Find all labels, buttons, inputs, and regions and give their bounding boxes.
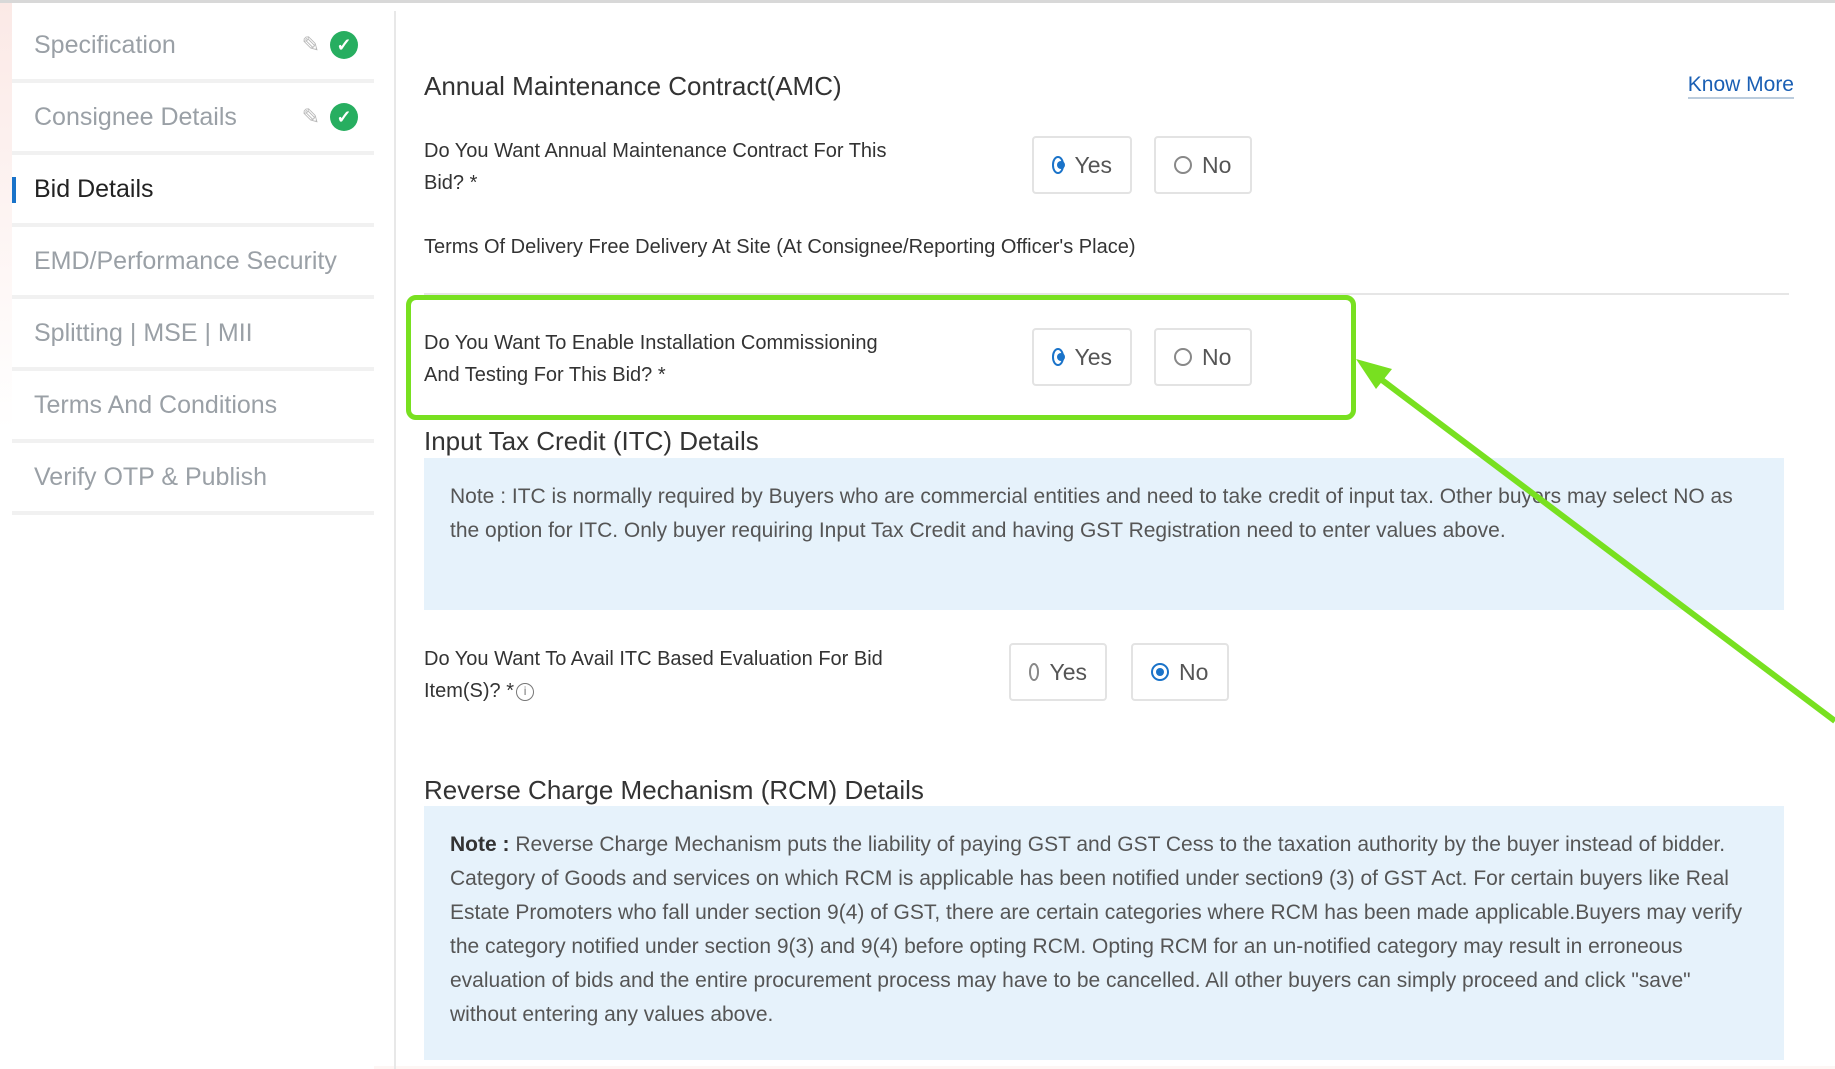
itc-question-line1: Do You Want To Avail ITC Based Evaluatio…	[424, 648, 883, 670]
radio-selected-icon	[1151, 663, 1169, 681]
amc-title: Annual Maintenance Contract(AMC)	[424, 71, 842, 101]
radio-selected-icon	[1052, 156, 1066, 174]
know-more-link[interactable]: Know More	[1687, 73, 1794, 99]
sidebar-item-emd-performance-security[interactable]: EMD/Performance Security	[12, 227, 374, 299]
sidebar-item-label: Consignee Details	[34, 102, 237, 131]
installation-question-line1: Do You Want To Enable Installation Commi…	[424, 332, 878, 354]
rcm-note-text: Reverse Charge Mechanism puts the liabil…	[450, 833, 1743, 1026]
amc-question-line1: Do You Want Annual Maintenance Contract …	[424, 140, 887, 162]
sidebar-item-splitting-mse-mii[interactable]: Splitting | MSE | MII	[12, 299, 374, 371]
sidebar-item-specification[interactable]: Specification ✎ ✓	[12, 11, 374, 83]
itc-yes-radio[interactable]: Yes	[1009, 643, 1107, 701]
sidebar-divider	[394, 11, 396, 1069]
amc-no-radio[interactable]: No	[1154, 136, 1252, 194]
amc-yes-label: Yes	[1074, 151, 1112, 178]
installation-yes-radio[interactable]: Yes	[1032, 328, 1132, 386]
amc-no-label: No	[1202, 151, 1232, 178]
sidebar-item-verify-otp-publish[interactable]: Verify OTP & Publish	[12, 443, 374, 515]
rcm-title: Reverse Charge Mechanism (RCM) Details	[424, 775, 924, 805]
itc-question-line2: Item(S)? *	[424, 680, 515, 702]
radio-unselected-icon	[1174, 156, 1192, 174]
sidebar-item-label: Bid Details	[34, 174, 154, 203]
itc-yes-label: Yes	[1049, 658, 1087, 685]
amc-question-line2: Bid? *	[424, 172, 478, 194]
sidebar-item-label: Specification	[34, 30, 176, 59]
installation-question-line2: And Testing For This Bid? *	[424, 364, 666, 386]
installation-question: Do You Want To Enable Installation Commi…	[424, 327, 984, 391]
sidebar-item-bid-details[interactable]: Bid Details	[12, 155, 374, 227]
sidebar-item-label: Terms And Conditions	[34, 390, 278, 419]
info-icon[interactable]: i	[516, 682, 535, 701]
pencil-icon[interactable]: ✎	[302, 32, 320, 58]
pencil-icon[interactable]: ✎	[302, 104, 320, 130]
radio-unselected-icon	[1174, 348, 1192, 366]
edge-tint	[0, 3, 12, 1069]
sidebar-item-label: Verify OTP & Publish	[34, 462, 267, 491]
amc-question: Do You Want Annual Maintenance Contract …	[424, 135, 984, 199]
page-frame: Specification ✎ ✓ Consignee Details ✎ ✓ …	[0, 0, 1835, 1069]
delivery-terms: Terms Of Delivery Free Delivery At Site …	[424, 236, 1136, 258]
radio-unselected-icon	[1029, 663, 1040, 681]
itc-question: Do You Want To Avail ITC Based Evaluatio…	[424, 643, 984, 707]
sidebar-item-label: EMD/Performance Security	[34, 246, 337, 275]
installation-yes-label: Yes	[1074, 343, 1112, 370]
installation-no-label: No	[1202, 343, 1232, 370]
itc-no-label: No	[1179, 658, 1209, 685]
rcm-note-label: Note :	[450, 833, 510, 856]
amc-yes-radio[interactable]: Yes	[1032, 136, 1132, 194]
sidebar-item-consignee-details[interactable]: Consignee Details ✎ ✓	[12, 83, 374, 155]
itc-title: Input Tax Credit (ITC) Details	[424, 426, 759, 456]
installation-no-radio[interactable]: No	[1154, 328, 1252, 386]
rcm-note-box: Note : Reverse Charge Mechanism puts the…	[424, 806, 1784, 1060]
sidebar-item-label: Splitting | MSE | MII	[34, 318, 253, 347]
itc-note-box: Note : ITC is normally required by Buyer…	[424, 458, 1784, 610]
main-content: Annual Maintenance Contract(AMC) Know Mo…	[406, 3, 1794, 1069]
check-icon: ✓	[330, 103, 358, 131]
check-icon: ✓	[330, 31, 358, 59]
sidebar: Specification ✎ ✓ Consignee Details ✎ ✓ …	[12, 11, 374, 1069]
itc-no-radio[interactable]: No	[1131, 643, 1229, 701]
radio-selected-icon	[1052, 348, 1066, 366]
sidebar-item-terms-and-conditions[interactable]: Terms And Conditions	[12, 371, 374, 443]
